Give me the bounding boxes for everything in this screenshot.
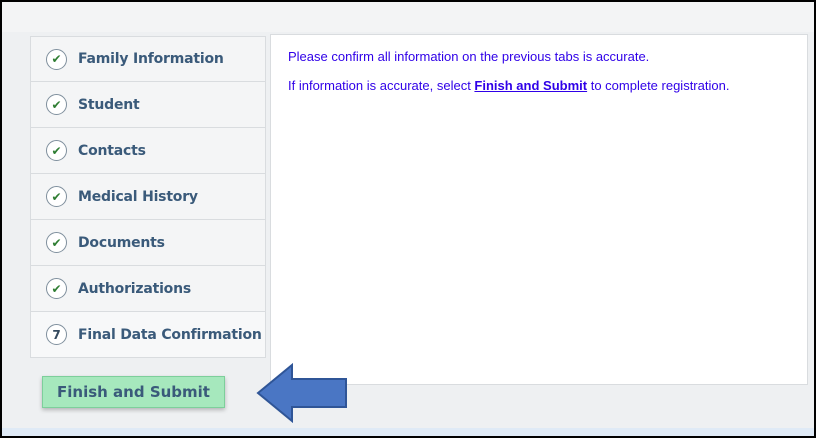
step-label: Contacts [78,142,146,159]
step-family-information[interactable]: ✔ Family Information [30,36,266,82]
instruction-text-after: to complete registration. [587,78,730,93]
step-status-circle: ✔ [46,186,67,207]
check-icon: ✔ [51,281,62,296]
check-icon: ✔ [51,189,62,204]
check-icon: ✔ [51,235,62,250]
step-final-data-confirmation[interactable]: 7 Final Data Confirmation [30,312,266,358]
check-icon: ✔ [51,97,62,112]
step-documents[interactable]: ✔ Documents [30,220,266,266]
step-status-circle: ✔ [46,140,67,161]
check-icon: ✔ [51,52,62,66]
step-label: Documents [78,234,165,251]
step-label: Authorizations [78,280,191,297]
step-number: 7 [52,327,61,342]
step-label: Family Information [78,51,224,67]
check-icon: ✔ [51,143,62,158]
step-label: Student [78,96,140,113]
finish-and-submit-button[interactable]: Finish and Submit [42,376,225,408]
step-status-circle: ✔ [46,232,67,253]
confirmation-panel: Please confirm all information on the pr… [270,34,808,385]
step-label: Medical History [78,188,198,205]
instruction-text-before: If information is accurate, select [288,78,475,93]
confirm-instruction: Please confirm all information on the pr… [288,49,650,64]
step-contacts[interactable]: ✔ Contacts [30,128,266,174]
bottom-strip [2,428,814,436]
top-strip [2,2,814,32]
submit-instruction: If information is accurate, select Finis… [288,78,790,93]
step-number-circle: 7 [46,324,67,345]
step-label: Final Data Confirmation [78,326,262,343]
step-sidebar: ✔ Family Information ✔ Student ✔ Contact… [30,36,266,358]
step-student[interactable]: ✔ Student [30,82,266,128]
step-status-circle: ✔ [46,278,67,299]
step-authorizations[interactable]: ✔ Authorizations [30,266,266,312]
left-arrow-icon [256,363,347,423]
screenshot-frame: ✔ Family Information ✔ Student ✔ Contact… [0,0,816,438]
finish-and-submit-link[interactable]: Finish and Submit [474,78,587,93]
step-medical-history[interactable]: ✔ Medical History [30,174,266,220]
step-status-circle: ✔ [46,94,67,115]
step-status-circle: ✔ [46,48,67,70]
